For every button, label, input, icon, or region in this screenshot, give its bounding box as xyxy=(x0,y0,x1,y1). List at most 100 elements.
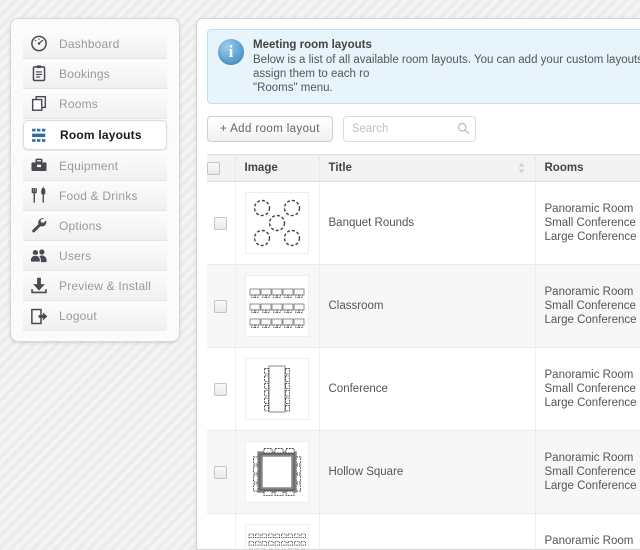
row-rooms-cell: Panoramic Room Small Conference Room Lar… xyxy=(535,264,640,348)
sidebar-item-options[interactable]: Options xyxy=(23,211,167,241)
row-select-cell xyxy=(207,347,236,431)
layout-thumbnail xyxy=(244,192,309,254)
add-room-layout-button[interactable]: + Add room layout xyxy=(207,116,333,142)
search-field xyxy=(342,116,476,142)
classroom-diagram xyxy=(249,288,304,328)
layout-thumbnail xyxy=(244,275,309,337)
info-banner: i Meeting room layouts Below is a list o… xyxy=(207,29,640,104)
sidebar-item-label: Food & Drinks xyxy=(59,188,138,203)
wrench-icon xyxy=(27,215,51,237)
sidebar-item-users[interactable]: Users xyxy=(23,241,167,271)
room-layouts-table: Image Title Rooms Banquet Rounds Panoram… xyxy=(207,154,640,549)
sidebar-item-bookings[interactable]: Bookings xyxy=(23,59,167,89)
row-checkbox[interactable] xyxy=(214,299,228,313)
rooms-list: Panoramic Room Small Conference Room Lar… xyxy=(544,369,640,409)
row-image-cell xyxy=(235,430,320,514)
sidebar-item-label: Users xyxy=(59,248,92,263)
logout-icon xyxy=(27,305,51,327)
layout-thumbnail xyxy=(244,524,309,549)
sidebar-item-label: Room layouts xyxy=(60,128,142,142)
table-row[interactable]: Conference Panoramic Room Small Conferen… xyxy=(207,347,640,431)
gauge-icon xyxy=(27,33,51,55)
toolbar: + Add room layout xyxy=(207,116,637,142)
sidebar-item-logout[interactable]: Logout xyxy=(23,301,167,331)
sidebar-item-preview-install[interactable]: Preview & Install xyxy=(23,271,167,301)
content-panel: i Meeting room layouts Below is a list o… xyxy=(196,18,640,550)
header-title-label: Title xyxy=(328,162,352,174)
cutlery-icon xyxy=(31,187,46,203)
sort-updown-icon[interactable] xyxy=(517,162,526,174)
sidebar-item-dashboard[interactable]: Dashboard xyxy=(23,29,167,59)
pages-icon xyxy=(27,93,51,115)
toolbox-icon xyxy=(27,155,51,177)
download-icon xyxy=(31,277,47,294)
conference-diagram xyxy=(263,365,290,413)
sidebar-item-food-drinks[interactable]: Food & Drinks xyxy=(23,181,167,211)
table-body: Banquet Rounds Panoramic Room Small Conf… xyxy=(207,181,640,549)
row-checkbox[interactable] xyxy=(214,382,228,396)
info-banner-title: Meeting room layouts xyxy=(253,39,372,51)
banquet-rounds-diagram xyxy=(253,199,300,247)
table-row[interactable]: Theater Panoramic Room Small Conference … xyxy=(207,513,640,549)
header-select-all xyxy=(207,154,236,182)
row-title-cell: Classroom xyxy=(319,264,536,348)
rooms-list: Panoramic Room Small Conference Room Lar… xyxy=(544,452,640,492)
table-row[interactable]: Hollow Square Panoramic Room Small Confe… xyxy=(207,430,640,514)
sidebar-item-label: Rooms xyxy=(59,96,99,111)
hollow-square-diagram xyxy=(252,448,301,497)
row-checkbox[interactable] xyxy=(214,216,228,230)
clipboard-icon xyxy=(32,65,46,82)
row-image-cell xyxy=(235,181,320,265)
info-icon: i xyxy=(218,39,244,65)
theater-diagram xyxy=(248,533,306,549)
row-image-cell xyxy=(235,513,320,549)
sidebar-item-label: Logout xyxy=(59,309,97,323)
row-rooms-cell: Panoramic Room Small Conference Room Lar… xyxy=(535,430,640,514)
download-icon xyxy=(27,275,51,297)
row-select-cell xyxy=(207,264,236,348)
toolbox-icon xyxy=(31,158,47,172)
sidebar-item-equipment[interactable]: Equipment xyxy=(23,151,167,181)
row-image-cell xyxy=(235,264,320,348)
sidebar-item-room-layouts[interactable]: Room layouts xyxy=(23,120,167,150)
layout-thumbnail xyxy=(244,441,309,503)
rooms-list: Panoramic Room Small Conference Room Lar… xyxy=(544,203,640,243)
table-row[interactable]: Banquet Rounds Panoramic Room Small Conf… xyxy=(207,181,640,265)
sidebar-item-rooms[interactable]: Rooms xyxy=(23,89,167,119)
grid-icon xyxy=(28,124,52,146)
users-icon xyxy=(27,245,51,267)
sidebar-item-label: Bookings xyxy=(59,66,110,81)
select-all-checkbox[interactable] xyxy=(207,161,220,175)
row-image-cell xyxy=(235,347,320,431)
logout-icon xyxy=(31,308,48,324)
info-banner-body: Below is a list of all available room la… xyxy=(253,54,640,94)
wrench-icon xyxy=(32,218,47,233)
users-icon xyxy=(29,249,47,263)
gauge-icon xyxy=(31,35,47,52)
layout-thumbnail xyxy=(244,358,309,420)
pages-icon xyxy=(31,95,47,111)
grid-icon xyxy=(32,128,46,142)
sidebar-item-label: Options xyxy=(59,218,102,233)
header-rooms[interactable]: Rooms xyxy=(535,154,640,182)
cutlery-icon xyxy=(27,185,51,207)
row-title-cell: Hollow Square xyxy=(319,430,536,514)
row-title-cell: Theater xyxy=(319,513,536,549)
header-title[interactable]: Title xyxy=(319,154,536,182)
row-title-cell: Banquet Rounds xyxy=(319,181,536,265)
rooms-list: Panoramic Room Small Conference Room Lar… xyxy=(544,535,634,547)
sidebar-item-label: Preview & Install xyxy=(59,278,152,293)
sidebar-item-label: Equipment xyxy=(59,158,119,173)
header-image[interactable]: Image xyxy=(235,154,320,182)
sidebar-item-label: Dashboard xyxy=(59,36,120,51)
row-rooms-cell: Panoramic Room Small Conference Room Lar… xyxy=(535,513,640,549)
row-select-cell xyxy=(207,181,236,265)
clipboard-icon xyxy=(27,63,51,85)
table-header-row: Image Title Rooms xyxy=(207,154,640,182)
row-select-cell xyxy=(207,513,236,549)
row-rooms-cell: Panoramic Room Small Conference Room Lar… xyxy=(535,181,640,265)
row-select-cell xyxy=(207,430,236,514)
search-input[interactable] xyxy=(342,116,476,142)
row-checkbox[interactable] xyxy=(214,465,228,479)
table-row[interactable]: Classroom Panoramic Room Small Conferenc… xyxy=(207,264,640,348)
